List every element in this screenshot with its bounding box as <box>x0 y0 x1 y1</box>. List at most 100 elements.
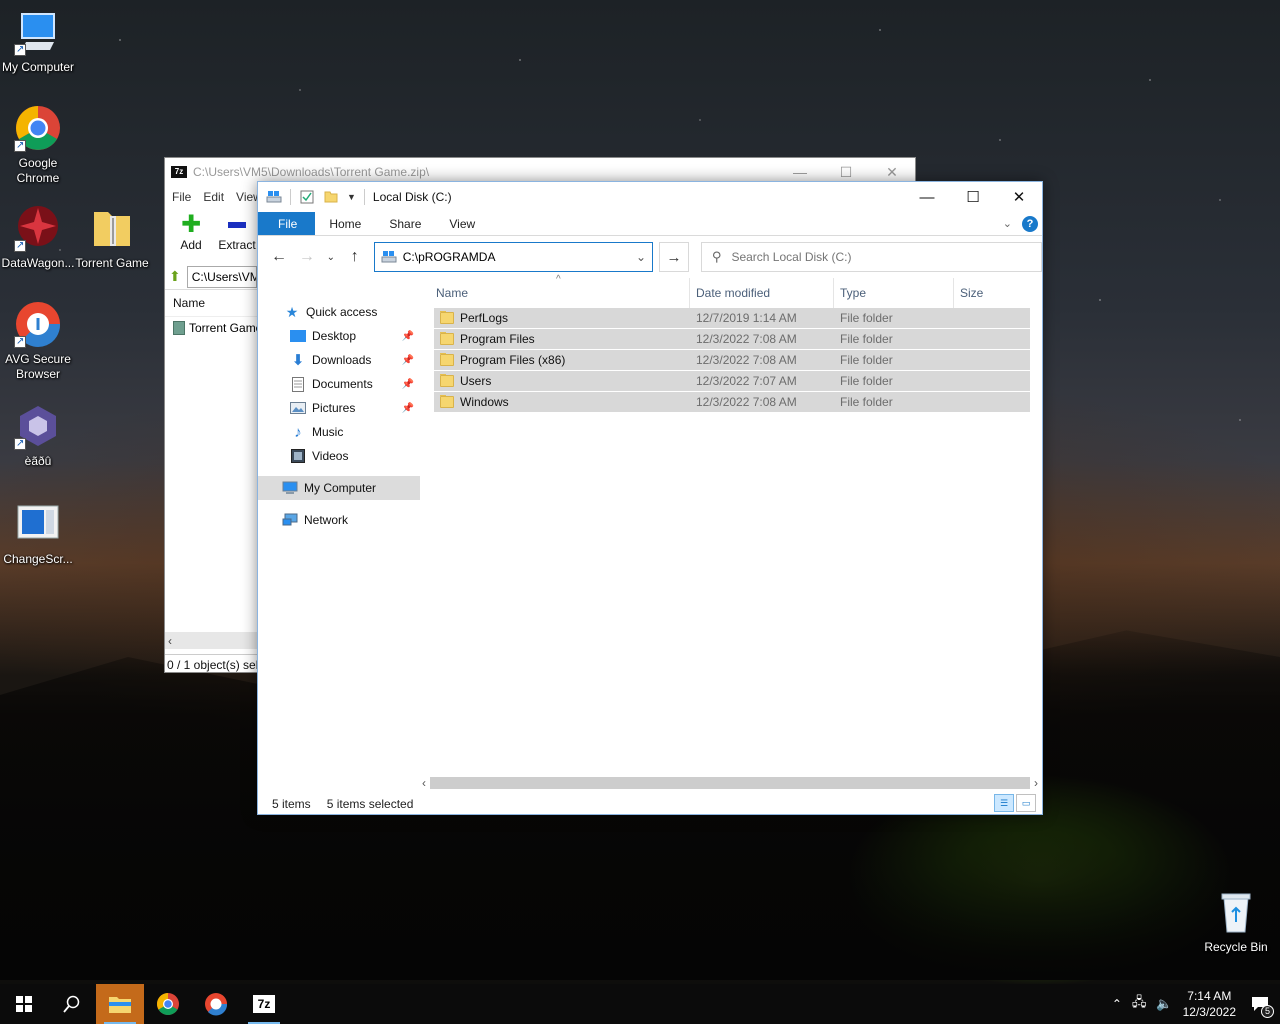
desktop-icon-google-chrome[interactable]: Google Chrome <box>0 104 76 186</box>
file-row[interactable]: Program Files (x86) 12/3/2022 7:08 AM Fi… <box>434 350 1030 371</box>
7zip-horizontal-scrollbar[interactable]: ‹ <box>165 632 258 649</box>
file-row[interactable]: Windows 12/3/2022 7:08 AM File folder <box>434 392 1030 413</box>
maximize-icon[interactable]: ☐ <box>823 164 869 181</box>
go-button[interactable]: → <box>659 242 689 272</box>
scroll-right-icon[interactable]: › <box>1034 776 1038 790</box>
start-button[interactable] <box>0 984 48 1024</box>
maximize-icon[interactable]: ☐ <box>950 182 996 212</box>
pin-icon[interactable]: 📌 <box>402 403 414 414</box>
nav-downloads[interactable]: ⬇ Downloads 📌 <box>258 348 420 372</box>
search-icon: ⚲ <box>711 249 722 264</box>
explorer-titlebar[interactable]: ▼ Local Disk (C:) — ☐ ✕ <box>258 182 1042 212</box>
file-row[interactable]: Users 12/3/2022 7:07 AM File folder <box>434 371 1030 392</box>
desktop-icon-torrent-game[interactable]: Torrent Game <box>74 204 150 271</box>
column-size[interactable]: Size <box>954 278 1030 308</box>
desktop-icon-changescreen[interactable]: ChangeScr... <box>0 500 76 567</box>
up-arrow-icon[interactable]: ↑ <box>344 246 366 268</box>
close-icon[interactable]: ✕ <box>869 164 915 181</box>
menu-edit[interactable]: Edit <box>203 190 224 204</box>
nav-pictures[interactable]: Pictures 📌 <box>258 396 420 420</box>
minimize-icon[interactable]: — <box>777 164 823 181</box>
taskbar-file-explorer[interactable] <box>96 984 144 1024</box>
taskbar-7zip[interactable]: 7z <box>240 984 288 1024</box>
folder-up-icon[interactable]: ⬆ <box>169 268 181 285</box>
extract-button[interactable]: Extract <box>217 212 257 260</box>
pin-icon[interactable]: 📌 <box>402 355 414 366</box>
address-dropdown-icon[interactable]: ⌄ <box>636 250 646 264</box>
desktop-icon-avg-secure-browser[interactable]: AVG Secure Browser <box>0 300 76 382</box>
desktop-icon-my-computer[interactable]: My Computer <box>0 8 76 75</box>
scroll-left-icon[interactable]: ‹ <box>168 634 172 648</box>
back-arrow-icon[interactable]: ← <box>268 246 290 268</box>
nav-quick-access[interactable]: ★ Quick access <box>258 300 420 324</box>
column-type[interactable]: Type <box>834 278 954 308</box>
search-box[interactable]: ⚲ <box>700 242 1042 272</box>
desktop-icon-datawagon[interactable]: DataWagon... <box>0 204 76 271</box>
network-status-icon[interactable]: 🖧 <box>1132 993 1147 1015</box>
nav-music[interactable]: ♪ Music <box>258 420 420 444</box>
add-button[interactable]: ✚ Add <box>171 212 211 260</box>
show-hidden-icons-chevron-icon[interactable]: ⌃ <box>1112 997 1122 1011</box>
desktop-icon-recycle-bin[interactable]: Recycle Bin <box>1198 888 1274 955</box>
volume-icon[interactable]: 🔈 <box>1156 996 1172 1012</box>
file-date: 12/3/2022 7:08 AM <box>696 395 797 409</box>
scroll-left-icon[interactable]: ‹ <box>422 776 426 790</box>
desktop-icon-label: Recycle Bin <box>1204 940 1268 954</box>
scrollbar-thumb[interactable] <box>430 777 1030 789</box>
tab-view[interactable]: View <box>435 212 489 235</box>
7zip-path-field[interactable]: C:\Users\VM5\Downloads\Torrent Game.zip\ <box>186 265 257 288</box>
desktop-icon-label: DataWagon... <box>1 256 75 270</box>
minimize-icon[interactable]: — <box>904 182 950 212</box>
file-date: 12/3/2022 7:08 AM <box>696 332 797 346</box>
tab-home[interactable]: Home <box>315 212 375 235</box>
new-folder-icon[interactable] <box>323 189 339 205</box>
folder-icon <box>440 311 454 324</box>
pin-icon[interactable]: 📌 <box>402 379 414 390</box>
drive-icon <box>381 249 397 265</box>
help-icon[interactable]: ? <box>1022 215 1038 232</box>
horizontal-scrollbar[interactable]: ‹ › <box>422 776 1038 790</box>
archive-file-icon <box>173 321 185 335</box>
address-input[interactable] <box>402 250 630 264</box>
search-button[interactable] <box>48 984 96 1024</box>
nav-videos[interactable]: Videos <box>258 444 420 468</box>
customize-toolbar-dropdown-icon[interactable]: ▼ <box>347 192 356 202</box>
nav-network[interactable]: Network <box>258 508 420 532</box>
recycle-bin-icon <box>1212 888 1260 936</box>
column-date-modified[interactable]: Date modified <box>690 278 834 308</box>
file-row[interactable]: Program Files 12/3/2022 7:08 AM File fol… <box>434 329 1030 350</box>
pin-icon[interactable]: 📌 <box>402 331 414 342</box>
taskbar-chrome[interactable] <box>144 984 192 1024</box>
forward-arrow-icon[interactable]: → <box>296 246 318 268</box>
datawagon-icon <box>14 204 62 253</box>
action-center-button[interactable]: 5 <box>1246 990 1274 1018</box>
menu-file[interactable]: File <box>172 190 191 204</box>
tab-file[interactable]: File <box>258 212 316 235</box>
clock[interactable]: 7:14 AM 12/3/2022 <box>1183 988 1236 1020</box>
column-name[interactable]: Name <box>434 278 690 308</box>
expand-ribbon-icon[interactable]: ⌄ <box>1003 217 1012 230</box>
file-date: 12/7/2019 1:14 AM <box>696 311 797 325</box>
shortcut-arrow-icon <box>14 436 26 451</box>
tab-share[interactable]: Share <box>375 212 435 235</box>
large-icons-view-icon[interactable]: ▭ <box>1016 794 1036 812</box>
desktop-icon-game[interactable]: èãðû <box>0 402 76 469</box>
nav-desktop[interactable]: Desktop 📌 <box>258 324 420 348</box>
explorer-window[interactable]: ▼ Local Disk (C:) — ☐ ✕ File Home Share … <box>257 181 1043 815</box>
nav-label: Documents <box>312 377 373 391</box>
file-date: 12/3/2022 7:07 AM <box>696 374 797 388</box>
folder-icon <box>440 374 454 387</box>
address-bar[interactable]: ⌄ <box>373 242 653 272</box>
file-row[interactable]: PerfLogs 12/7/2019 1:14 AM File folder <box>434 308 1030 329</box>
recent-locations-chevron-icon[interactable]: ⌄ <box>324 246 338 268</box>
nav-documents[interactable]: Documents 📌 <box>258 372 420 396</box>
folder-icon <box>440 332 454 345</box>
details-view-icon[interactable]: ☰ <box>994 794 1014 812</box>
taskbar-avg-browser[interactable] <box>192 984 240 1024</box>
7zip-file-name: Torrent Game <box>189 321 263 335</box>
close-icon[interactable]: ✕ <box>996 182 1042 212</box>
search-input[interactable] <box>731 250 1031 264</box>
properties-icon[interactable] <box>299 189 315 205</box>
desktop-folder-icon <box>290 328 306 344</box>
nav-my-computer[interactable]: My Computer <box>258 476 420 500</box>
